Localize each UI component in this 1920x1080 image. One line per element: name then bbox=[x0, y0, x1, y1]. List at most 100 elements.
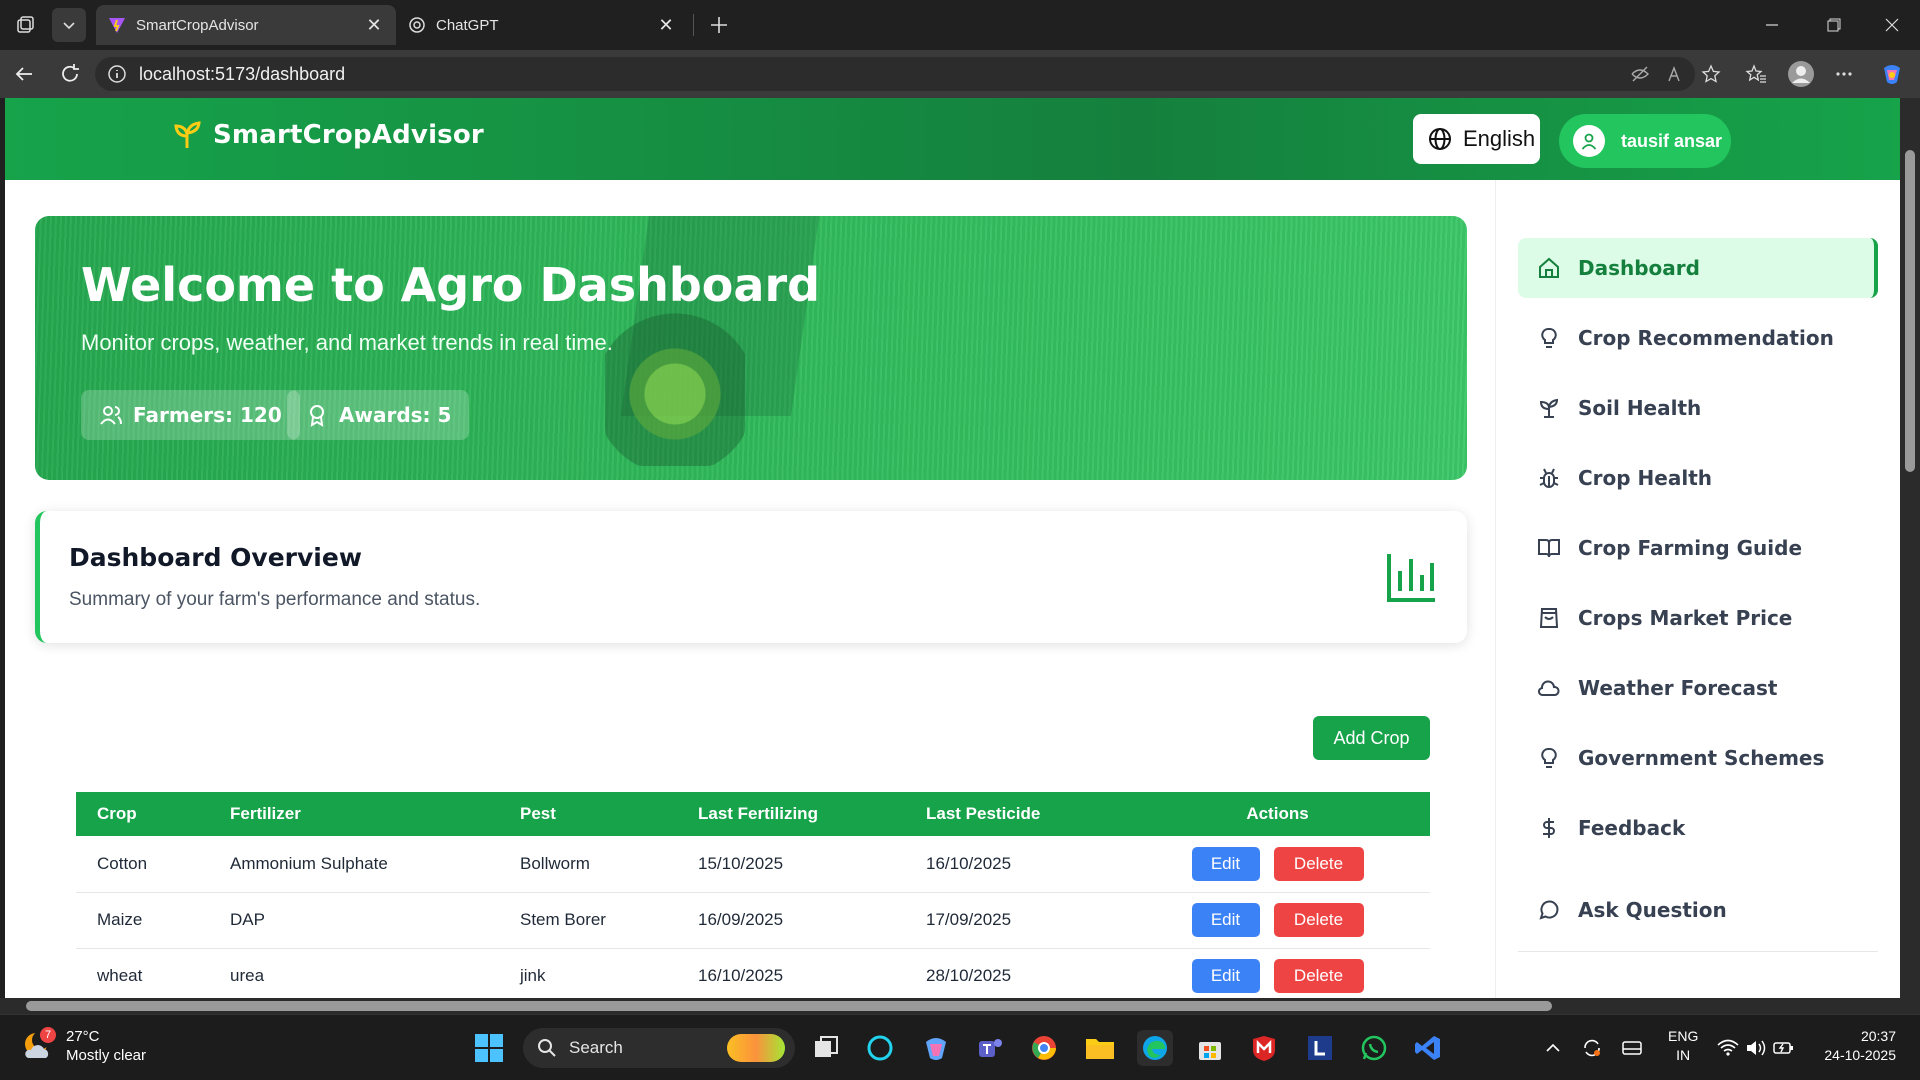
tab-smartcropadvisor[interactable]: SmartCropAdvisor ✕ bbox=[96, 5, 396, 45]
crops-table: Crop Fertilizer Pest Last Fertilizing La… bbox=[76, 792, 1430, 998]
sidebar-item-government-schemes[interactable]: Government Schemes bbox=[1518, 728, 1878, 788]
l-app-icon[interactable] bbox=[1302, 1030, 1338, 1066]
sidebar-item-crop-farming-guide[interactable]: Crop Farming Guide bbox=[1518, 518, 1878, 578]
sync-icon[interactable] bbox=[1574, 1030, 1610, 1066]
read-aloud-icon[interactable] bbox=[1664, 62, 1688, 86]
sidebar-item-label: Crop Recommendation bbox=[1578, 326, 1834, 350]
cell-last-fertilizing: 16/09/2025 bbox=[677, 892, 905, 949]
cell-last-fertilizing: 16/10/2025 bbox=[677, 948, 905, 998]
message-icon bbox=[1536, 897, 1562, 923]
delete-button[interactable]: Delete bbox=[1273, 846, 1364, 881]
vscode-icon[interactable] bbox=[1410, 1030, 1446, 1066]
tracking-prevention-icon[interactable] bbox=[1628, 62, 1652, 86]
close-tab-icon[interactable]: ✕ bbox=[364, 15, 384, 36]
profile-avatar-icon[interactable] bbox=[1787, 60, 1815, 88]
cell-fertilizer: DAP bbox=[209, 892, 499, 949]
whatsapp-icon[interactable] bbox=[1356, 1030, 1392, 1066]
cell-pest: jink bbox=[499, 948, 677, 998]
device-icon[interactable] bbox=[1614, 1030, 1650, 1066]
sidebar-item-crop-health[interactable]: Crop Health bbox=[1518, 448, 1878, 508]
edge-browser-icon[interactable] bbox=[1137, 1030, 1173, 1066]
vite-favicon-icon bbox=[109, 18, 125, 33]
file-explorer-icon[interactable] bbox=[1082, 1030, 1118, 1066]
wifi-icon[interactable] bbox=[1714, 1030, 1742, 1066]
sidebar-item-weather-forecast[interactable]: Weather Forecast bbox=[1518, 658, 1878, 718]
sidebar-item-label: Soil Health bbox=[1578, 396, 1702, 420]
sidebar-item-label: Crop Farming Guide bbox=[1578, 536, 1803, 560]
delete-button[interactable]: Delete bbox=[1273, 959, 1364, 993]
favorite-star-icon[interactable] bbox=[1699, 62, 1723, 86]
back-arrow-icon[interactable] bbox=[12, 62, 36, 86]
show-hidden-icons-chevron-icon[interactable] bbox=[1535, 1030, 1571, 1066]
input-language-indicator[interactable]: ENG IN bbox=[1668, 1027, 1698, 1065]
bug-icon bbox=[1536, 465, 1562, 491]
column-header-fertilizer: Fertilizer bbox=[209, 792, 499, 836]
cloud-icon bbox=[1536, 675, 1562, 701]
lightbulb-icon bbox=[1536, 325, 1562, 351]
user-profile-button[interactable]: tausif ansar bbox=[1559, 114, 1731, 168]
taskbar-search-input[interactable]: Search bbox=[523, 1028, 795, 1068]
language-selector-button[interactable]: English bbox=[1413, 114, 1540, 164]
chatgpt-favicon-icon bbox=[409, 17, 425, 33]
tab-title: SmartCropAdvisor bbox=[136, 16, 259, 34]
edit-button[interactable]: Edit bbox=[1191, 846, 1260, 881]
copilot-app-icon[interactable] bbox=[918, 1030, 954, 1066]
sidebar-item-soil-health[interactable]: Soil Health bbox=[1518, 378, 1878, 438]
volume-icon[interactable] bbox=[1742, 1030, 1770, 1066]
search-highlight-image bbox=[727, 1034, 785, 1062]
hero-title: Welcome to Agro Dashboard bbox=[81, 258, 821, 312]
workspaces-icon[interactable] bbox=[8, 8, 42, 42]
sidebar-item-crop-recommendation[interactable]: Crop Recommendation bbox=[1518, 308, 1878, 368]
sidebar-item-feedback[interactable]: Feedback bbox=[1518, 798, 1878, 858]
restore-icon[interactable] bbox=[1812, 8, 1856, 42]
minimize-icon[interactable] bbox=[1750, 8, 1794, 42]
table-row: wheat urea jink 16/10/2025 28/10/2025 Ed… bbox=[76, 948, 1430, 998]
copilot-icon[interactable] bbox=[1880, 62, 1904, 86]
battery-icon[interactable] bbox=[1770, 1030, 1798, 1066]
site-info-icon[interactable] bbox=[107, 64, 127, 84]
teams-icon[interactable] bbox=[972, 1030, 1008, 1066]
brand-logo[interactable]: SmartCropAdvisor bbox=[173, 120, 484, 150]
microsoft-store-icon[interactable] bbox=[1192, 1030, 1228, 1066]
start-windows-icon[interactable] bbox=[471, 1030, 507, 1066]
lightbulb-icon bbox=[1536, 745, 1562, 771]
awards-badge: Awards: 5 bbox=[287, 390, 470, 440]
close-window-icon[interactable] bbox=[1870, 8, 1914, 42]
sidebar-item-ask-question[interactable]: Ask Question bbox=[1518, 880, 1878, 940]
column-header-last-pesticide: Last Pesticide bbox=[905, 792, 1125, 836]
horizontal-scroll-thumb[interactable] bbox=[26, 1001, 1552, 1011]
sidebar-item-dashboard[interactable]: Dashboard bbox=[1518, 238, 1878, 298]
table-row: Cotton Ammonium Sulphate Bollworm 15/10/… bbox=[76, 836, 1430, 893]
delete-button[interactable]: Delete bbox=[1273, 903, 1364, 937]
cell-fertilizer: Ammonium Sulphate bbox=[209, 836, 499, 893]
farmers-badge: Farmers: 120 bbox=[81, 390, 300, 440]
tab-chatgpt[interactable]: ChatGPT ✕ bbox=[396, 5, 688, 45]
favorites-icon[interactable] bbox=[1744, 62, 1768, 86]
avatar bbox=[1573, 125, 1605, 157]
weather-widget[interactable]: 7 27°C Mostly clear bbox=[20, 1027, 146, 1065]
tab-list-chevron-icon[interactable] bbox=[52, 8, 86, 42]
cell-actions: Edit Delete bbox=[1125, 892, 1430, 949]
add-crop-button[interactable]: Add Crop bbox=[1313, 716, 1430, 760]
edit-button[interactable]: Edit bbox=[1191, 903, 1260, 937]
url-field[interactable]: localhost:5173/dashboard bbox=[95, 57, 1695, 91]
cell-pest: Stem Borer bbox=[499, 892, 677, 949]
task-view-icon[interactable] bbox=[808, 1030, 844, 1066]
table-row: Maize DAP Stem Borer 16/09/2025 17/09/20… bbox=[76, 892, 1430, 949]
cortana-icon[interactable] bbox=[862, 1030, 898, 1066]
mcafee-icon[interactable] bbox=[1246, 1030, 1282, 1066]
reload-icon[interactable] bbox=[58, 62, 82, 86]
chrome-icon[interactable] bbox=[1026, 1030, 1062, 1066]
new-tab-icon[interactable] bbox=[702, 8, 736, 42]
user-icon bbox=[1581, 133, 1597, 150]
clock[interactable]: 20:37 24-10-2025 bbox=[1810, 1027, 1896, 1065]
more-options-icon[interactable] bbox=[1832, 62, 1856, 86]
sidebar-item-crops-market-price[interactable]: Crops Market Price bbox=[1518, 588, 1878, 648]
close-tab-icon[interactable]: ✕ bbox=[656, 15, 676, 36]
users-icon bbox=[100, 406, 122, 425]
cell-crop: wheat bbox=[76, 948, 209, 998]
edit-button[interactable]: Edit bbox=[1191, 959, 1260, 993]
language-code: ENG bbox=[1668, 1028, 1699, 1044]
vertical-scroll-thumb[interactable] bbox=[1905, 150, 1915, 472]
cell-fertilizer: urea bbox=[209, 948, 499, 998]
